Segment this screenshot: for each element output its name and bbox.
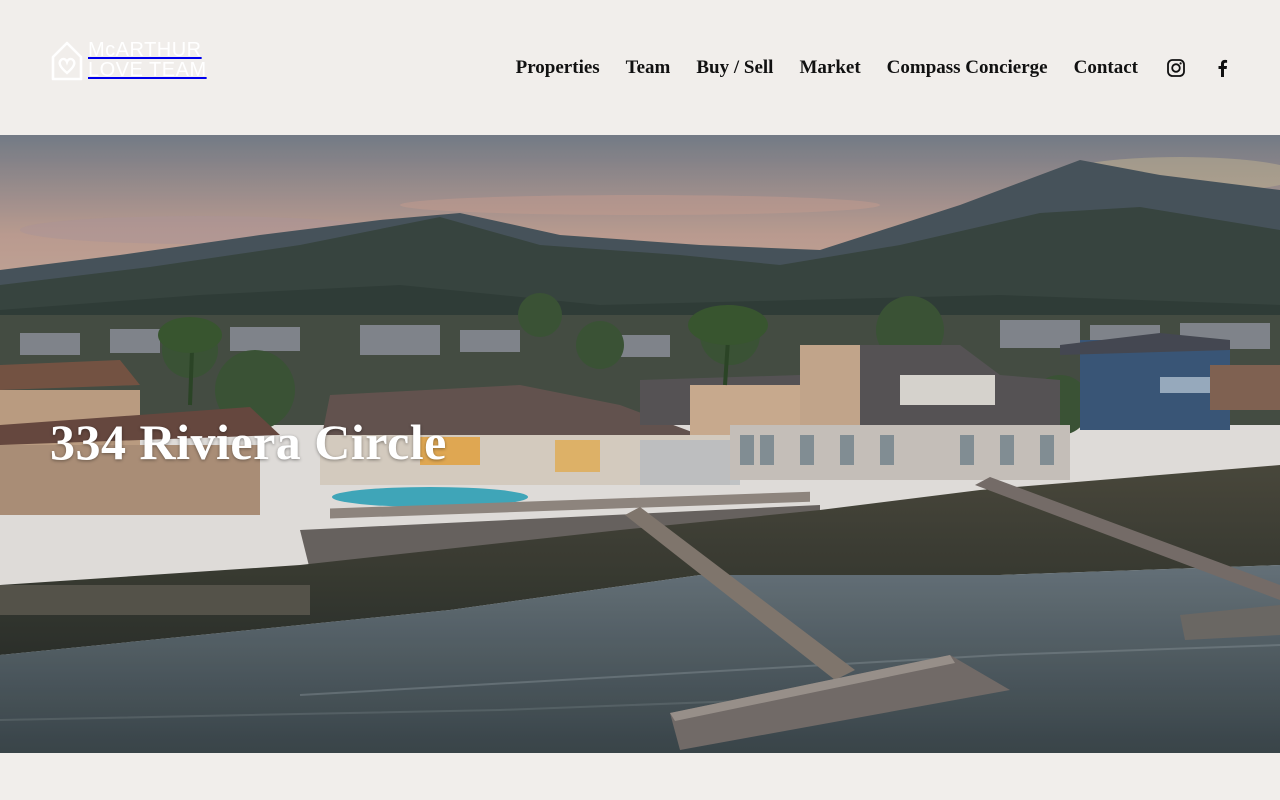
- facebook-icon[interactable]: [1212, 58, 1232, 78]
- nav-item-market[interactable]: Market: [799, 54, 860, 82]
- main-nav: Properties Team Buy / Sell Market Compas…: [490, 54, 1232, 82]
- nav-item-compass-concierge[interactable]: Compass Concierge: [887, 54, 1048, 82]
- house-heart-icon: [51, 41, 83, 81]
- site-header: McARTHUR LOVE TEAM Properties Team Buy /…: [0, 0, 1280, 135]
- nav-item-properties[interactable]: Properties: [516, 54, 600, 82]
- instagram-icon[interactable]: [1166, 58, 1186, 78]
- nav-item-contact[interactable]: Contact: [1074, 54, 1138, 82]
- brand-line-1: McARTHUR: [88, 39, 202, 61]
- nav-item-team[interactable]: Team: [626, 54, 671, 82]
- brand-logo[interactable]: McARTHUR LOVE TEAM: [50, 36, 225, 84]
- nav-item-buy-sell[interactable]: Buy / Sell: [696, 54, 773, 82]
- hero-title: 334 Riviera Circle: [50, 414, 447, 470]
- brand-wordmark: McARTHUR LOVE TEAM: [88, 40, 207, 80]
- brand-line-2: LOVE TEAM: [88, 59, 207, 81]
- hero-banner: 334 Riviera Circle: [0, 135, 1280, 753]
